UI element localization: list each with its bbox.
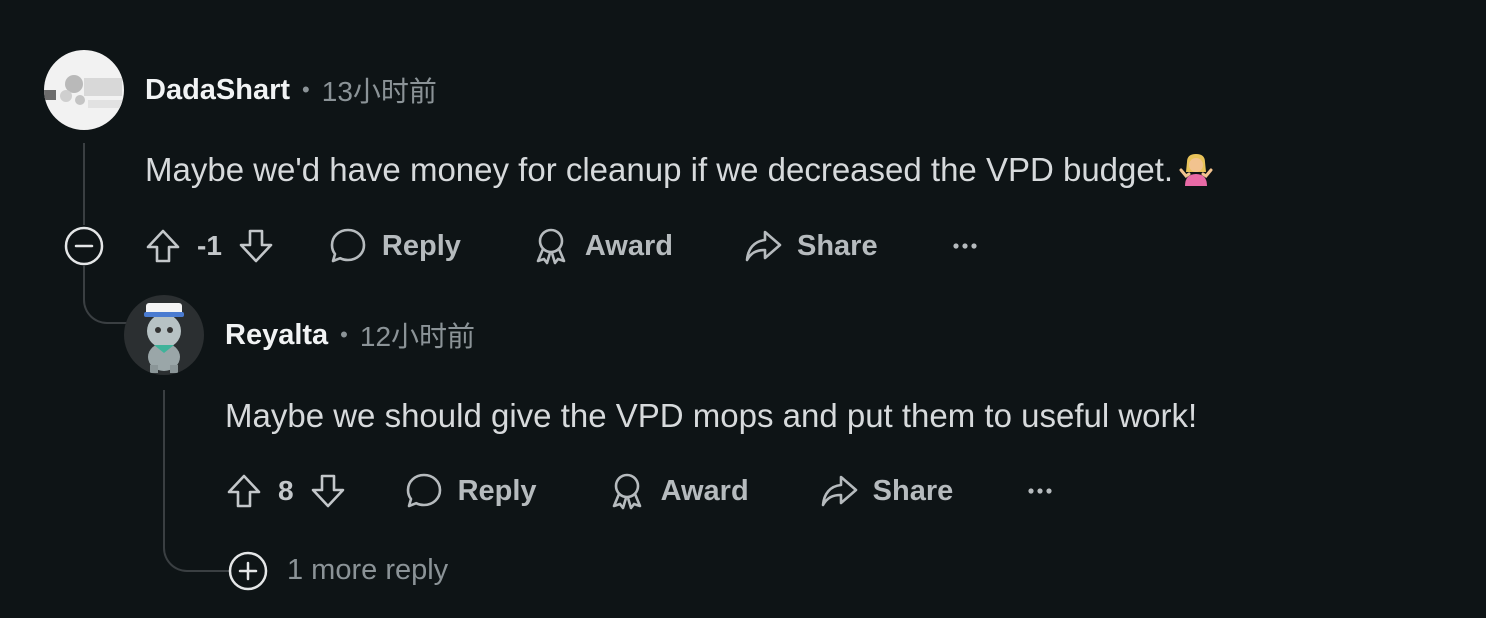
more-replies-link[interactable]: 1 more reply <box>287 554 448 587</box>
comment-header: DadaShart • 13小时前 <box>145 70 437 110</box>
reply-button[interactable]: Reply <box>328 226 461 266</box>
more-options-button[interactable] <box>950 231 980 261</box>
more-options-icon <box>953 243 977 249</box>
plus-circle-icon <box>228 551 268 591</box>
collapse-thread-button[interactable] <box>64 226 104 266</box>
woman-shrugging-emoji-icon <box>1179 152 1213 186</box>
speech-bubble-icon <box>406 473 441 508</box>
reply-label: Reply <box>457 474 537 507</box>
reply-button[interactable]: Reply <box>404 471 537 511</box>
reply-label: Reply <box>381 229 461 262</box>
downvote-icon[interactable] <box>236 226 276 266</box>
speech-bubble-icon <box>330 228 366 263</box>
share-arrow-icon <box>821 475 857 507</box>
minus-circle-icon <box>64 226 104 266</box>
separator-dot: • <box>302 77 310 102</box>
award-button[interactable]: Award <box>531 226 673 266</box>
comment-text: Maybe we should give the VPD mops and pu… <box>225 397 1198 434</box>
username[interactable]: DadaShart <box>145 74 290 107</box>
share-arrow-icon <box>745 230 782 262</box>
more-options-button[interactable] <box>1025 476 1055 506</box>
thread-line-reply <box>163 390 165 530</box>
separator-dot: • <box>340 322 348 347</box>
thread-line-top <box>83 143 85 225</box>
comment-actions: 8 Reply Award Share <box>224 469 1055 513</box>
timestamp[interactable]: 12小时前 <box>360 315 475 355</box>
expand-replies-button[interactable] <box>228 551 268 591</box>
share-label: Share <box>797 229 878 262</box>
more-options-icon <box>1028 488 1052 494</box>
thread-connector-more <box>163 528 231 572</box>
award-label: Award <box>660 474 749 507</box>
comment-header: Reyalta • 12小时前 <box>225 315 475 355</box>
upvote-icon[interactable] <box>224 471 264 511</box>
comment-body: Maybe we'd have money for cleanup if we … <box>145 150 1213 190</box>
award-label: Award <box>584 229 673 262</box>
comment-thread: DadaShart • 13小时前 Maybe we'd have money … <box>0 0 1486 618</box>
award-icon <box>536 228 566 265</box>
upvote-icon[interactable] <box>143 226 183 266</box>
share-button[interactable]: Share <box>743 226 878 266</box>
comment-actions: -1 Reply Award Share <box>143 224 980 268</box>
vote-score: 8 <box>278 475 294 506</box>
avatar[interactable] <box>124 295 204 375</box>
award-icon <box>612 473 641 510</box>
thread-connector-reply <box>83 266 127 324</box>
username[interactable]: Reyalta <box>225 319 328 352</box>
share-label: Share <box>872 474 954 507</box>
award-button[interactable]: Award <box>607 471 749 511</box>
comment-body: Maybe we should give the VPD mops and pu… <box>225 396 1197 436</box>
share-button[interactable]: Share <box>819 471 954 511</box>
vote-score: -1 <box>197 230 222 261</box>
comment-text: Maybe we'd have money for cleanup if we … <box>145 151 1174 188</box>
avatar[interactable] <box>44 50 124 130</box>
downvote-icon[interactable] <box>308 471 348 511</box>
timestamp[interactable]: 13小时前 <box>322 70 437 110</box>
